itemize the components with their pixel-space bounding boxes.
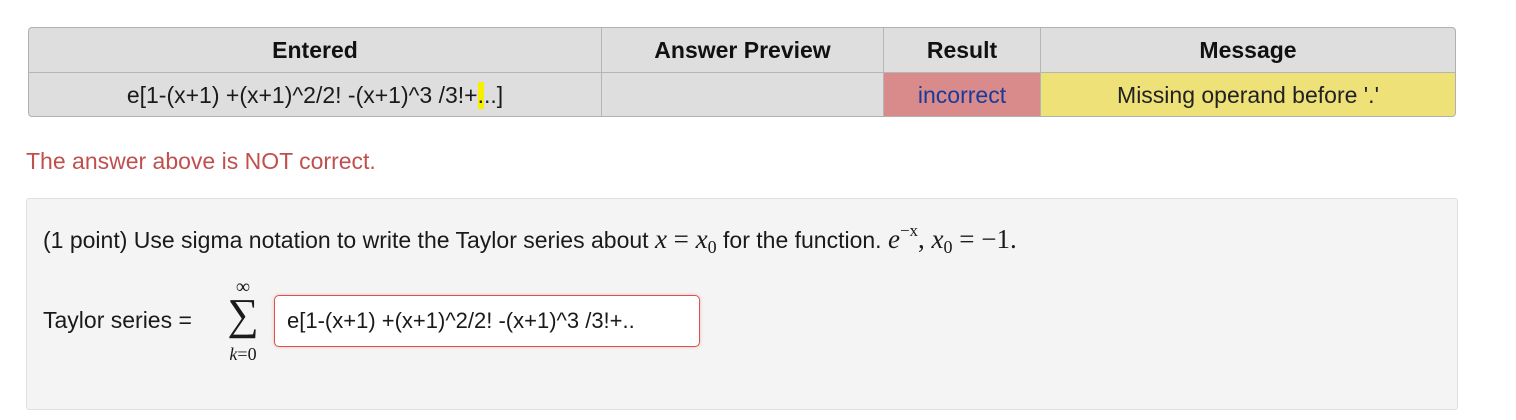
results-table: Entered Answer Preview Result Message e[… — [28, 27, 1456, 117]
message-cell: Missing operand before '.' — [1041, 73, 1455, 116]
answer-preview-cell — [602, 73, 884, 116]
header-entered: Entered — [29, 28, 602, 73]
problem-text-middle: for the function. — [716, 227, 888, 253]
header-result: Result — [884, 28, 1041, 73]
answer-input[interactable] — [274, 295, 700, 347]
entered-text-before: e[1-(x+1) +(x+1)^2/2! -(x+1)^3 /3!+ — [126, 82, 478, 108]
status-message: The answer above is NOT correct. — [26, 148, 376, 174]
problem-text-before: Use sigma notation to write the Taylor s… — [127, 227, 655, 253]
sigma-notation: ∞ ∑ k=0 — [215, 277, 271, 372]
header-answer-preview: Answer Preview — [602, 28, 884, 73]
result-cell: incorrect — [884, 73, 1041, 116]
problem-statement: (1 point) Use sigma notation to write th… — [43, 221, 1017, 258]
math-expression-function: e−x, x0 = −1. — [887, 221, 1017, 257]
taylor-series-label: Taylor series = — [43, 307, 192, 333]
entered-text-after: ..] — [483, 82, 504, 108]
math-expression-x: x = x0 — [654, 224, 717, 257]
entered-cell: e[1-(x+1) +(x+1)^2/2! -(x+1)^3 /3!+...] — [29, 73, 602, 116]
problem-points: (1 point) — [43, 227, 128, 253]
problem-box: (1 point) Use sigma notation to write th… — [26, 198, 1458, 410]
header-message: Message — [1041, 28, 1455, 73]
sigma-icon: ∑ — [227, 290, 259, 339]
sigma-lower-limit: k=0 — [229, 344, 257, 364]
